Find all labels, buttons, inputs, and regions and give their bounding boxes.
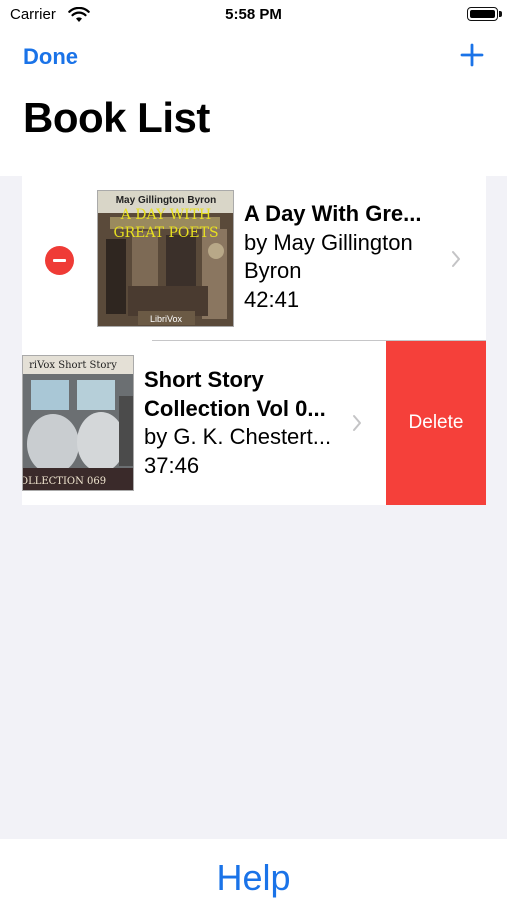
book-1-details: A Day With Gre... by May Gillington Byro… bbox=[244, 200, 434, 314]
book-cover-1: May Gillington Byron A DAY WITH GREAT PO… bbox=[97, 190, 234, 327]
cover-badge: LibriVox bbox=[150, 314, 183, 324]
cover-title-line2: GREAT POETS bbox=[113, 225, 218, 241]
battery-icon bbox=[467, 7, 502, 21]
book-duration: 37:46 bbox=[144, 452, 200, 478]
done-button[interactable]: Done bbox=[23, 44, 78, 70]
navigation-bar: Done Book List bbox=[0, 32, 507, 176]
book-cover-2-art: riVox Short Story OLLECTION 069 bbox=[23, 356, 133, 490]
book-author: by G. K. Chestert... bbox=[144, 424, 332, 449]
status-bar: Carrier 5:58 PM bbox=[0, 0, 507, 32]
cover-title-line1: A DAY WITH bbox=[120, 207, 212, 223]
cover-series: riVox Short Story bbox=[29, 360, 117, 371]
cover-collection: OLLECTION 069 bbox=[23, 476, 106, 487]
book-title: A Day With Gre... bbox=[244, 201, 422, 226]
book-cover-2: riVox Short Story OLLECTION 069 bbox=[22, 355, 134, 491]
help-button[interactable]: Help bbox=[0, 857, 507, 899]
cover-author: May Gillington Byron bbox=[116, 195, 217, 206]
book-2-details: Short Story Collection Vol 0... by G. K.… bbox=[144, 366, 347, 480]
chevron-right-icon bbox=[452, 251, 460, 267]
delete-button[interactable]: Delete bbox=[386, 341, 486, 505]
book-author-continued: Byron bbox=[244, 258, 302, 283]
plus-icon[interactable] bbox=[459, 42, 485, 68]
book-list: May Gillington Byron A DAY WITH GREAT PO… bbox=[22, 176, 486, 505]
book-title: Short Story bbox=[144, 367, 264, 392]
list-item-book-2[interactable]: riVox Short Story OLLECTION 069 Short St… bbox=[22, 341, 486, 505]
bottom-toolbar: Help bbox=[0, 839, 507, 900]
minus-icon[interactable] bbox=[45, 246, 74, 275]
status-time: 5:58 PM bbox=[225, 6, 282, 23]
list-item-book-1[interactable]: May Gillington Byron A DAY WITH GREAT PO… bbox=[22, 176, 486, 340]
book-duration: 42:41 bbox=[244, 286, 300, 312]
chevron-right-icon bbox=[353, 415, 361, 431]
page-title: Book List bbox=[23, 94, 210, 141]
book-author: by May Gillington bbox=[244, 229, 413, 255]
book-cover-1-art: May Gillington Byron A DAY WITH GREAT PO… bbox=[98, 191, 233, 326]
book-title-continued: Collection Vol 0... bbox=[144, 395, 326, 421]
